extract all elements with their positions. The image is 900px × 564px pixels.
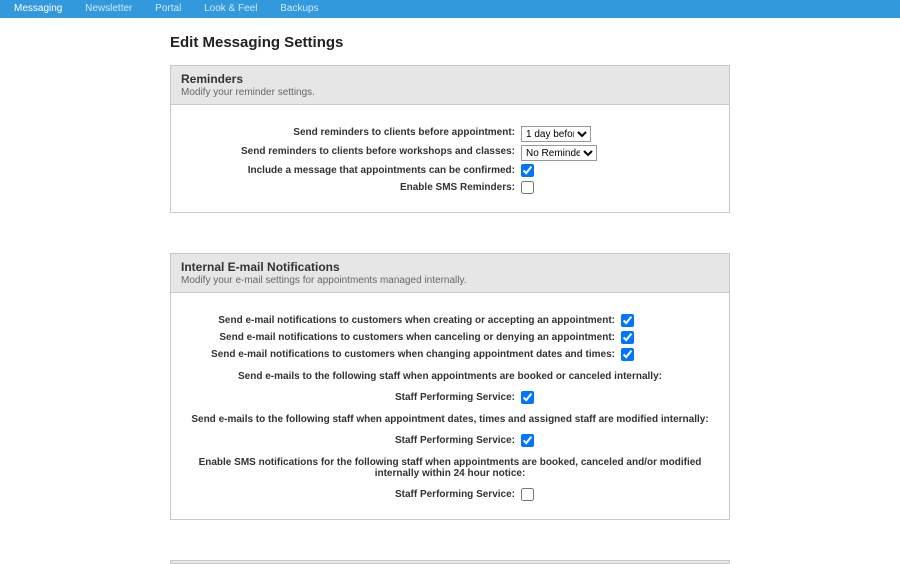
top-nav: Messaging Newsletter Portal Look & Feel … [0, 0, 900, 18]
internal-change-label: Send e-mail notifications to customers w… [185, 348, 621, 362]
nav-look-feel[interactable]: Look & Feel [194, 0, 267, 18]
page-title: Edit Messaging Settings [170, 34, 730, 51]
reminders-title: Reminders [181, 72, 719, 86]
internal-header: Internal E-mail Notifications Modify you… [171, 254, 729, 293]
internal-staff-booked-header: Send e-mails to the following staff when… [185, 365, 715, 388]
nav-messaging[interactable]: Messaging [4, 0, 72, 18]
internal-staff-sms-label: Staff Performing Service: [185, 488, 521, 502]
internal-staff-modified-label: Staff Performing Service: [185, 434, 521, 448]
internal-staff-sms-header: Enable SMS notifications for the followi… [185, 451, 715, 485]
reminder-workshop-select[interactable]: No Reminders [521, 145, 597, 161]
internal-panel: Internal E-mail Notifications Modify you… [170, 253, 730, 520]
internal-create-checkbox[interactable] [621, 314, 634, 327]
reminders-panel: Reminders Modify your reminder settings.… [170, 65, 730, 213]
reminder-sms-label: Enable SMS Reminders: [185, 181, 521, 195]
reminder-appt-select[interactable]: 1 day before [521, 126, 591, 142]
nav-backups[interactable]: Backups [270, 0, 328, 18]
reminder-workshop-label: Send reminders to clients before worksho… [185, 145, 521, 159]
next-panel-edge [170, 560, 730, 564]
internal-staff-modified-header: Send e-mails to the following staff when… [185, 408, 715, 431]
internal-subtitle: Modify your e-mail settings for appointm… [181, 275, 719, 286]
reminder-confirm-checkbox[interactable] [521, 164, 534, 177]
internal-cancel-label: Send e-mail notifications to customers w… [185, 331, 621, 345]
internal-cancel-checkbox[interactable] [621, 331, 634, 344]
internal-staff-booked-label: Staff Performing Service: [185, 391, 521, 405]
internal-staff-sms-checkbox[interactable] [521, 488, 534, 501]
nav-newsletter[interactable]: Newsletter [75, 0, 142, 18]
reminder-appt-label: Send reminders to clients before appoint… [185, 126, 521, 140]
reminders-header: Reminders Modify your reminder settings. [171, 66, 729, 105]
internal-create-label: Send e-mail notifications to customers w… [185, 314, 621, 328]
reminder-sms-checkbox[interactable] [521, 181, 534, 194]
reminders-subtitle: Modify your reminder settings. [181, 87, 719, 98]
internal-staff-booked-checkbox[interactable] [521, 391, 534, 404]
nav-portal[interactable]: Portal [145, 0, 191, 18]
reminder-confirm-label: Include a message that appointments can … [185, 164, 521, 178]
internal-staff-modified-checkbox[interactable] [521, 434, 534, 447]
internal-change-checkbox[interactable] [621, 348, 634, 361]
internal-title: Internal E-mail Notifications [181, 260, 719, 274]
